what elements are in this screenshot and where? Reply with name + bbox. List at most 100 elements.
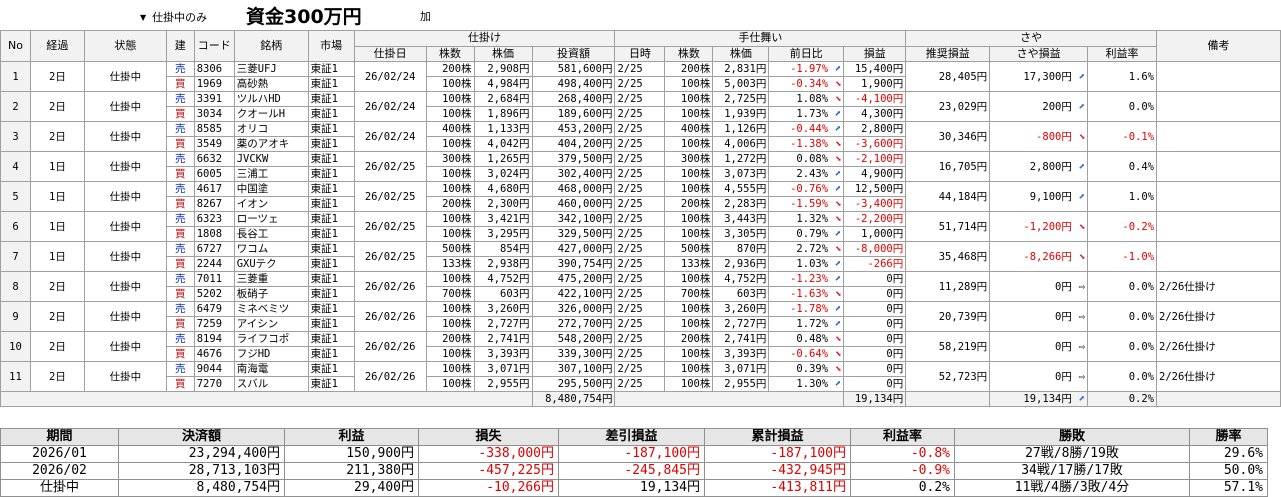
table-row[interactable]: 9 2日 仕掛中売 6479 ミネベミツ 東証1 26/02/26 100株 3,260円 326…: [0, 301, 1281, 332]
col-note[interactable]: 備考: [1156, 30, 1281, 62]
table-row[interactable]: 5 1日 仕掛中売 4617 中国塗 東証1 26/02/25 100株 4,680円 468,0…: [0, 181, 1281, 212]
filter-value: 仕掛中のみ: [152, 11, 208, 24]
dropdown-arrow-icon[interactable]: ▼: [140, 13, 146, 22]
entry-price-cell: 2,938円: [473, 256, 533, 272]
col-entry-qty[interactable]: 株数: [425, 45, 475, 62]
col-no[interactable]: No: [0, 30, 31, 62]
name-cell: 三浦工: [233, 166, 309, 182]
row-number[interactable]: 9: [0, 301, 31, 332]
add-button[interactable]: 加: [420, 8, 431, 24]
col-spread-pnl[interactable]: さや損益: [989, 45, 1089, 62]
side-cell: 売: [165, 241, 195, 257]
spread-pnl-value: -800円: [1036, 130, 1072, 143]
row-number[interactable]: 10: [0, 331, 31, 362]
pnl-cell: 4,900円: [843, 166, 907, 182]
col-code[interactable]: コード: [193, 30, 235, 62]
col-pnl[interactable]: 損益: [843, 45, 907, 62]
code-cell: 8194: [193, 331, 235, 347]
market-cell: 東証1: [307, 256, 355, 272]
table-row[interactable]: 2 2日 仕掛中売 3391 ツルハHD 東証1 26/02/24 100株 2,684円 268…: [0, 91, 1281, 122]
note-cell[interactable]: [1156, 241, 1281, 272]
market-cell: 東証1: [307, 91, 355, 107]
name-cell: フジHD: [233, 346, 309, 362]
arrow-down-right-icon: ⬊: [828, 362, 842, 376]
code-cell: 3391: [193, 91, 235, 107]
investment-cell: 427,000円: [531, 241, 616, 257]
day-change-cell: -0.64% ⬊: [768, 346, 845, 362]
entry-qty-cell: 100株: [425, 301, 475, 317]
note-cell[interactable]: [1156, 91, 1281, 122]
col-elapsed[interactable]: 経過: [29, 30, 85, 62]
note-cell[interactable]: 2/26仕掛け: [1156, 331, 1281, 362]
row-number[interactable]: 8: [0, 271, 31, 302]
table-row[interactable]: 6 1日 仕掛中売 6323 ローツェ 東証1 26/02/25 100株 3,421円 342,…: [0, 211, 1281, 242]
arrow-down-right-icon: ⬊: [1071, 219, 1086, 233]
entry-date-cell: 26/02/25: [353, 151, 427, 182]
note-cell[interactable]: 2/26仕掛け: [1156, 361, 1281, 392]
col-side[interactable]: 建: [165, 30, 195, 62]
rec-pnl-cell: 44,184円: [905, 181, 991, 212]
investment-cell: 422,100円: [531, 286, 616, 302]
table-row[interactable]: 3 2日 仕掛中売 8585 オリコ 東証1 26/02/24 400株 1,133円 453,2…: [0, 121, 1281, 152]
table-row[interactable]: 8 2日 仕掛中売 7011 三菱重 東証1 26/02/26 100株 4,752円 475,2…: [0, 271, 1281, 302]
pnl-cell: 0円: [843, 331, 907, 347]
arrow-down-right-icon: ⬊: [828, 137, 842, 151]
col-entry-price[interactable]: 株価: [473, 45, 533, 62]
table-row[interactable]: 4 1日 仕掛中売 6632 JVCKW 東証1 26/02/25 300株 1,265円 379…: [0, 151, 1281, 182]
row-number[interactable]: 7: [0, 241, 31, 272]
name-cell: アイシン: [233, 316, 309, 332]
name-cell: ワコム: [233, 241, 309, 257]
exit-qty-cell: 100株: [664, 316, 714, 332]
col-investment[interactable]: 投資額: [531, 45, 616, 62]
note-cell[interactable]: [1156, 181, 1281, 212]
market-cell: 東証1: [307, 181, 355, 197]
note-cell[interactable]: 2/26仕掛け: [1156, 301, 1281, 332]
row-number[interactable]: 2: [0, 91, 31, 122]
table-row[interactable]: 7 1日 仕掛中売 6727 ワコム 東証1 26/02/25 500株 854円 427,000…: [0, 241, 1281, 272]
col-name[interactable]: 銘柄: [233, 30, 309, 62]
day-change-value: -1.97%: [790, 63, 829, 75]
exit-date-cell: 2/25: [614, 76, 666, 92]
note-cell[interactable]: [1156, 211, 1281, 242]
day-change-value: 1.08%: [796, 93, 829, 105]
day-change-value: 0.48%: [796, 333, 829, 345]
row-number[interactable]: 6: [0, 211, 31, 242]
table-row[interactable]: 10 2日 仕掛中売 8194 ライフコポ 東証1 26/02/26 200株 2,741円 54…: [0, 331, 1281, 362]
note-cell[interactable]: 2/26仕掛け: [1156, 271, 1281, 302]
spread-pnl-cell: 0円 ⇨: [989, 361, 1089, 392]
col-exit-qty[interactable]: 株数: [664, 45, 714, 62]
investment-cell: 581,600円: [531, 61, 616, 77]
spread-pnl-value: 200円: [1042, 100, 1072, 113]
arrow-down-right-icon: ⬊: [828, 242, 842, 256]
entry-qty-cell: 100株: [425, 76, 475, 92]
col-profit-rate[interactable]: 利益率: [1087, 45, 1158, 62]
col-day-change[interactable]: 前日比: [768, 45, 845, 62]
col-status[interactable]: 状態: [83, 30, 167, 62]
col-exit-price[interactable]: 株価: [712, 45, 770, 62]
sum-col-net: 差引損益: [558, 428, 705, 446]
summary-loss-cell: -338,000円: [418, 445, 559, 463]
investment-cell: 272,700円: [531, 316, 616, 332]
sum-col-period: 期間: [0, 428, 119, 446]
row-number[interactable]: 4: [0, 151, 31, 182]
filter-dropdown[interactable]: ▼ 仕掛中のみ: [140, 9, 207, 25]
table-row[interactable]: 11 2日 仕掛中売 9044 南海電 東証1 26/02/26 100株 3,071円 307,…: [0, 361, 1281, 392]
note-cell[interactable]: [1156, 151, 1281, 182]
table-row[interactable]: 1 2日 仕掛中売 8306 三菱UFJ 東証1 26/02/24 200株 2,908円 581…: [0, 61, 1281, 92]
note-cell[interactable]: [1156, 61, 1281, 92]
col-rec-pnl[interactable]: 推奨損益: [905, 45, 991, 62]
pnl-cell: -3,600円: [843, 136, 907, 152]
row-number[interactable]: 11: [0, 361, 31, 392]
row-number[interactable]: 1: [0, 61, 31, 92]
col-entry-date[interactable]: 仕掛日: [353, 45, 427, 62]
col-market[interactable]: 市場: [307, 30, 355, 62]
row-number[interactable]: 3: [0, 121, 31, 152]
day-change-value: -1.23%: [790, 273, 829, 285]
spread-pnl-cell: 17,300円 ⬈: [989, 61, 1089, 92]
col-exit-date[interactable]: 日時: [614, 45, 666, 62]
entry-price-cell: 1,133円: [473, 121, 533, 137]
summary-rate-cell: -0.9%: [850, 462, 955, 480]
row-number[interactable]: 5: [0, 181, 31, 212]
note-cell[interactable]: [1156, 121, 1281, 152]
entry-price-cell: 854円: [473, 241, 533, 257]
